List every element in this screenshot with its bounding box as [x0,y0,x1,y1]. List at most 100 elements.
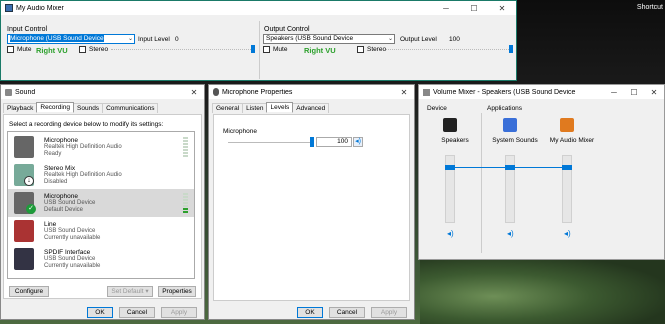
output-stereo-checkbox[interactable]: Stereo [357,46,386,53]
checkbox-box[interactable] [263,46,270,53]
input-stereo-label: Stereo [89,46,109,53]
configure-button[interactable]: Configure [9,286,49,297]
device-name: Stereo Mix [44,165,76,172]
slider-thumb[interactable] [509,45,513,53]
instruction-text: Select a recording device below to modif… [9,121,164,128]
output-control-label: Output Control [264,26,310,33]
volume-slider-thumb[interactable] [562,165,572,171]
volume-link-line [455,167,505,169]
chevron-down-icon: ⌄ [127,36,133,42]
device-row[interactable]: Line USB Sound Device Currently unavailabl… [8,217,194,245]
tab-levels[interactable]: Levels [266,102,294,112]
wallpaper-foliage [420,255,665,324]
input-device-select[interactable]: Microphone (USB Sound Device ⌄ [7,34,135,44]
close-button[interactable]: ✕ [184,88,204,97]
tab-communications[interactable]: Communications [102,103,159,113]
device-row[interactable]: Microphone Realtek High Definition Audio R… [8,133,194,161]
minimize-button[interactable]: ─ [432,4,460,13]
set-default-label: Set Default [111,288,144,295]
window-title: Volume Mixer - Speakers (USB Sound Devic… [433,88,576,96]
input-device-value: Microphone (USB Sound Device [10,35,104,42]
checkbox-box[interactable] [79,46,86,53]
device-line1: USB Sound Device [44,228,96,234]
speaker-icon[interactable] [443,118,457,132]
window-title: Sound [15,88,36,96]
tab-advanced[interactable]: Advanced [292,103,330,113]
device-row[interactable]: ✓ Microphone USB Sound Device Default Devic… [8,189,194,217]
microphone-level-value[interactable]: 100 [316,137,352,147]
tab-recording[interactable]: Recording [36,102,75,112]
input-control-label: Input Control [7,26,48,33]
input-mute-checkbox[interactable]: Mute [7,46,31,53]
system-sounds-icon[interactable] [503,118,517,132]
properties-button[interactable]: Properties [158,286,196,297]
volume-slider-thumb[interactable] [445,165,455,171]
slider-thumb[interactable] [251,45,255,53]
device-row[interactable]: ↓ Stereo Mix Realtek High Definition Audio… [8,161,194,189]
tab-sounds[interactable]: Sounds [73,103,104,113]
sound-titlebar[interactable]: Sound ✕ [1,85,204,99]
maximize-button[interactable]: ☐ [460,4,488,13]
window-title: Microphone Properties [222,88,293,96]
checkbox-box[interactable] [357,46,364,53]
output-level-label: Output Level [400,36,437,43]
volume-slider-thumb[interactable] [505,165,515,171]
input-vu-label: Right VU [36,46,68,55]
slider-track [111,49,255,50]
maximize-button[interactable]: ☐ [624,88,644,97]
mute-speaker-icon[interactable]: ◂) [447,229,454,238]
section-divider [481,113,482,253]
output-level-slider[interactable] [386,45,513,53]
cancel-button[interactable]: Cancel [119,307,155,318]
disabled-arrow-icon: ↓ [24,176,34,186]
input-stereo-checkbox[interactable]: Stereo [79,46,108,53]
slider-track [386,49,513,50]
output-device-select[interactable]: Speakers (USB Sound Device ⌄ [263,34,395,44]
audio-mixer-titlebar[interactable]: My Audio Mixer ─ ☐ ✕ [1,1,516,15]
close-button[interactable]: ✕ [488,4,516,13]
device-name: Line [44,221,57,228]
microphone-level-slider[interactable] [228,137,314,147]
device-line2: Default Device [44,207,84,213]
tab-playback[interactable]: Playback [3,103,38,113]
device-header: Device [427,105,447,112]
apply-button[interactable]: Apply [161,307,197,318]
slider-track [228,142,314,143]
mute-speaker-icon[interactable]: ◂) [564,229,571,238]
input-level-slider[interactable] [111,45,255,53]
close-button[interactable]: ✕ [644,88,664,97]
cancel-button[interactable]: Cancel [329,307,365,318]
ok-button[interactable]: OK [297,307,323,318]
output-mute-checkbox[interactable]: Mute [263,46,287,53]
mixer-column-label[interactable]: Speakers [423,137,487,144]
applications-header: Applications [487,105,523,112]
app-icon[interactable] [560,118,574,132]
microphone-icon [213,88,219,96]
desktop-shortcut-label[interactable]: Shortcut [637,4,663,11]
input-level-value: 0 [175,36,179,43]
device-name: Microphone [44,193,78,200]
apply-button[interactable]: Apply [371,307,407,318]
tab-general[interactable]: General [212,103,244,113]
recording-device-list[interactable]: Microphone Realtek High Definition Audio R… [7,131,195,279]
slider-thumb[interactable] [310,137,314,147]
mute-speaker-icon[interactable]: ◂) [507,229,514,238]
output-vu-label: Right VU [304,46,336,55]
volume-link-line [515,167,562,169]
ok-button[interactable]: OK [87,307,113,318]
line-in-icon [14,220,34,242]
set-default-button[interactable]: Set Default ▾ [107,286,153,297]
mute-speaker-icon[interactable]: ◂) [353,137,363,147]
speaker-icon [423,88,430,96]
device-row[interactable]: SPDIF Interface USB Sound Device Currently… [8,245,194,273]
panel-divider [259,21,260,79]
volume-mixer-titlebar[interactable]: Volume Mixer - Speakers (USB Sound Devic… [419,85,664,99]
checkbox-box[interactable] [7,46,14,53]
minimize-button[interactable]: ─ [604,88,624,97]
mic-props-titlebar[interactable]: Microphone Properties ✕ [209,85,414,99]
close-button[interactable]: ✕ [394,88,414,97]
audio-mixer-window: My Audio Mixer ─ ☐ ✕ Input Control Micro… [0,0,517,81]
input-level-label: Input Level [138,36,170,43]
microphone-properties-dialog: Microphone Properties ✕ General Listen Lev… [208,84,415,320]
tab-listen[interactable]: Listen [242,103,268,113]
